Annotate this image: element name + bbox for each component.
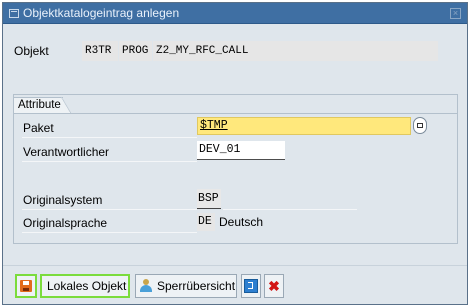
object-type-field: PROG [119, 41, 152, 61]
lokales-objekt-button[interactable]: Lokales Objekt [40, 274, 130, 298]
attribute-group-title: Attribute [13, 97, 63, 114]
sperruebersicht-button[interactable]: Sperrübersicht [135, 274, 237, 298]
originalsystem-value: BSP [197, 189, 221, 209]
info-icon [244, 279, 258, 293]
title-bar[interactable]: Objektkatalogeintrag anlegen × [3, 3, 467, 24]
originalsystem-label: Originalsystem [22, 193, 197, 210]
value-help-icon[interactable] [413, 117, 427, 134]
window-icon [9, 9, 19, 18]
info-button[interactable] [241, 274, 261, 298]
save-icon [20, 280, 32, 292]
paket-input[interactable]: $TMP [197, 117, 411, 135]
group-divider [13, 113, 458, 114]
dialog-window: Objektkatalogeintrag anlegen × Objekt R3… [2, 2, 468, 305]
paket-label: Paket [22, 121, 197, 138]
object-label: Objekt [14, 44, 49, 58]
close-icon[interactable]: × [450, 8, 461, 19]
originalsprache-code: DE [197, 213, 215, 231]
originalsprache-label: Originalsprache [22, 216, 197, 233]
object-pgmid-field: R3TR [82, 41, 118, 61]
verantwortlicher-label: Verantwortlicher [22, 145, 197, 162]
originalsystem-divider [223, 209, 357, 210]
object-row: Objekt R3TR PROG Z2_MY_RFC_CALL [3, 40, 467, 62]
group-tab-corner [61, 97, 71, 114]
cancel-icon: ✖ [268, 278, 280, 294]
save-button[interactable] [15, 274, 37, 298]
object-name-field: Z2_MY_RFC_CALL [153, 41, 438, 61]
sperruebersicht-label: Sperrübersicht [157, 279, 236, 293]
cancel-button[interactable]: ✖ [264, 274, 284, 298]
lokales-objekt-label: Lokales Objekt [47, 279, 127, 293]
person-icon [139, 279, 153, 293]
footer-separator [3, 265, 467, 266]
originalsprache-name: Deutsch [219, 215, 264, 229]
verantwortlicher-input[interactable]: DEV_01 [197, 141, 285, 160]
window-title: Objektkatalogeintrag anlegen [23, 6, 180, 20]
